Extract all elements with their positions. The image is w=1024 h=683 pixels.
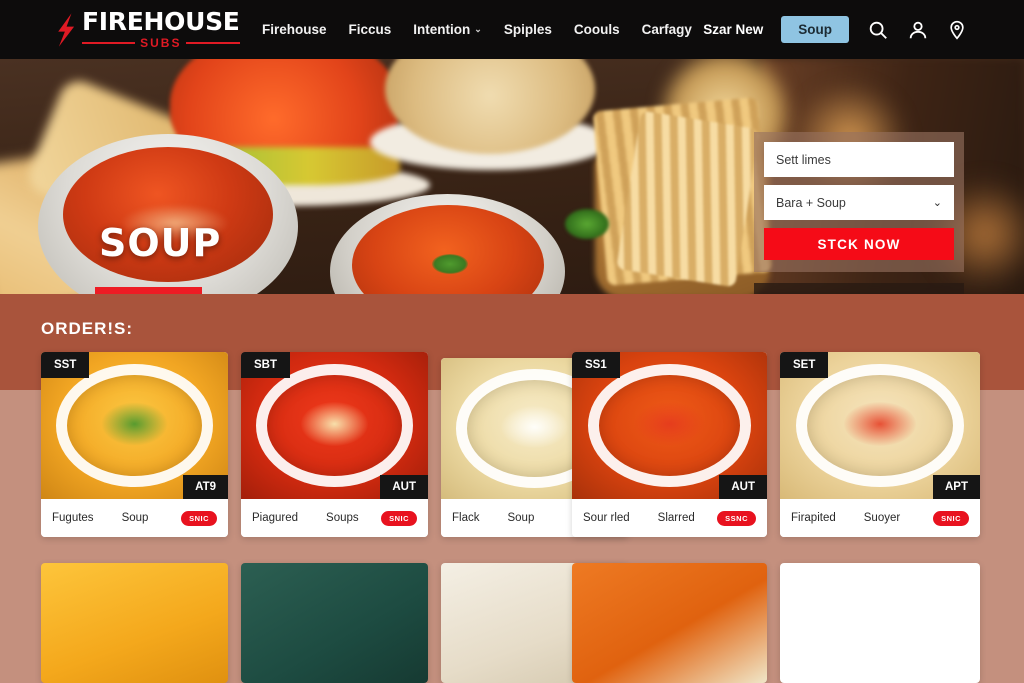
logo-rule-right xyxy=(186,42,240,44)
nav-item-label: Coouls xyxy=(573,22,620,37)
product-tag-pill[interactable]: SSNC xyxy=(717,510,756,526)
hero-title: SOUP xyxy=(99,221,222,265)
product-category: Soup xyxy=(121,512,149,524)
nav-item-carfagy[interactable]: Carfagy xyxy=(642,22,692,37)
product-name: Fugutes xyxy=(52,512,94,524)
product-badge-bottom: AUT xyxy=(719,475,767,499)
product-footer: Sour rled Slarred SSNC xyxy=(572,499,767,537)
nav-item-label: Carfagy xyxy=(641,22,692,37)
nav-item-szar-new[interactable]: Szar New xyxy=(703,22,763,37)
order-type-value: Bara + Soup xyxy=(776,195,846,210)
product-badge-top: SS1 xyxy=(572,352,620,378)
product-name: Piagured xyxy=(252,512,299,524)
product-category: Soups xyxy=(326,512,359,524)
search-icon[interactable] xyxy=(867,19,889,41)
orders-section-title: ORDER!S: xyxy=(41,319,134,338)
top-navbar: FIREHOUSE SUBS Firehouse Ficcus Intentio… xyxy=(0,0,1024,59)
product-category: Slarred xyxy=(657,512,695,524)
lightning-bolt-icon xyxy=(53,12,79,48)
account-icon[interactable] xyxy=(907,19,929,41)
logo-rule-left xyxy=(82,42,136,44)
soup-button[interactable]: Soup xyxy=(781,16,849,43)
nav-item-firehouse[interactable]: Firehouse xyxy=(262,22,327,37)
primary-nav: Firehouse Ficcus Intention ⌄ Spiples Coo… xyxy=(262,22,692,37)
hero-herb-center xyxy=(432,254,468,274)
hero-herb-right xyxy=(565,209,609,239)
hero-order-form: Sett limes Bara + Soup ⌄ STCK NOW xyxy=(754,132,964,272)
nav-item-ficcus[interactable]: Ficcus xyxy=(349,22,392,37)
product-tag-pill[interactable]: SNIC xyxy=(381,510,417,526)
nav-item-intention[interactable]: Intention ⌄ xyxy=(413,22,482,37)
product-category: Suoyer xyxy=(863,512,901,524)
chevron-down-icon: ⌄ xyxy=(474,24,482,34)
product-footer: Fugutes Soup SNIC xyxy=(41,499,228,537)
order-type-select[interactable]: Bara + Soup ⌄ xyxy=(764,185,954,220)
product-card[interactable] xyxy=(241,563,428,683)
product-name: Firapited xyxy=(791,512,836,524)
product-badge-bottom: AUT xyxy=(380,475,428,499)
logo-wordmark: FIREHOUSE xyxy=(82,7,240,36)
hero-promo-list: ✔ You*le aot coodle the soup! ✔ Souy Sou… xyxy=(754,283,964,294)
nav-item-label: Firehouse xyxy=(262,22,327,37)
product-badge-top: SST xyxy=(41,352,90,378)
product-badge-bottom: APT xyxy=(933,475,980,499)
product-name: Sour rled xyxy=(583,512,630,524)
product-card[interactable]: SS1 AUT Sour rled Slarred SSNC xyxy=(572,352,767,537)
product-category: Soup xyxy=(507,512,535,524)
product-card[interactable]: SET APT Firapited Suoyer SNIC xyxy=(780,352,980,537)
product-card[interactable]: SBT AUT Piagured Soups SNIC xyxy=(241,352,428,537)
hero-banner: SOUP SCUP U › Sett limes Bara + Soup ⌄ S… xyxy=(0,59,1024,294)
product-badge-top: SET xyxy=(780,352,829,378)
nav-item-label: Ficcus xyxy=(348,22,392,37)
brand-logo[interactable]: FIREHOUSE SUBS xyxy=(53,9,240,50)
stock-now-button[interactable]: STCK NOW xyxy=(764,228,954,260)
nav-utility-group: Szar New Soup xyxy=(703,16,969,43)
product-card[interactable]: SST AT9 Fugutes Soup SNIC xyxy=(41,352,228,537)
nav-item-label: Intention xyxy=(413,22,471,37)
hero-cta-button[interactable]: SCUP U › xyxy=(95,287,203,294)
product-card[interactable] xyxy=(780,563,980,683)
product-tag-pill[interactable]: SNIC xyxy=(933,510,969,526)
chevron-down-icon: ⌄ xyxy=(932,197,942,209)
product-footer: Piagured Soups SNIC xyxy=(241,499,428,537)
nav-item-label: Spiples xyxy=(503,22,552,37)
product-badge-bottom: AT9 xyxy=(183,475,228,499)
product-footer: Firapited Suoyer SNIC xyxy=(780,499,980,537)
product-card[interactable] xyxy=(41,563,228,683)
nav-item-coouls[interactable]: Coouls xyxy=(574,22,620,37)
product-badge-top: SBT xyxy=(241,352,290,378)
product-name: Flack xyxy=(452,512,480,524)
nav-item-spiples[interactable]: Spiples xyxy=(504,22,552,37)
location-pin-icon[interactable] xyxy=(947,19,969,41)
hero-breadsticks-2 xyxy=(616,110,760,288)
logo-subtext: SUBS xyxy=(140,36,182,50)
product-tag-pill[interactable]: SNIC xyxy=(181,510,217,526)
product-card[interactable] xyxy=(572,563,767,683)
location-input[interactable]: Sett limes xyxy=(764,142,954,177)
